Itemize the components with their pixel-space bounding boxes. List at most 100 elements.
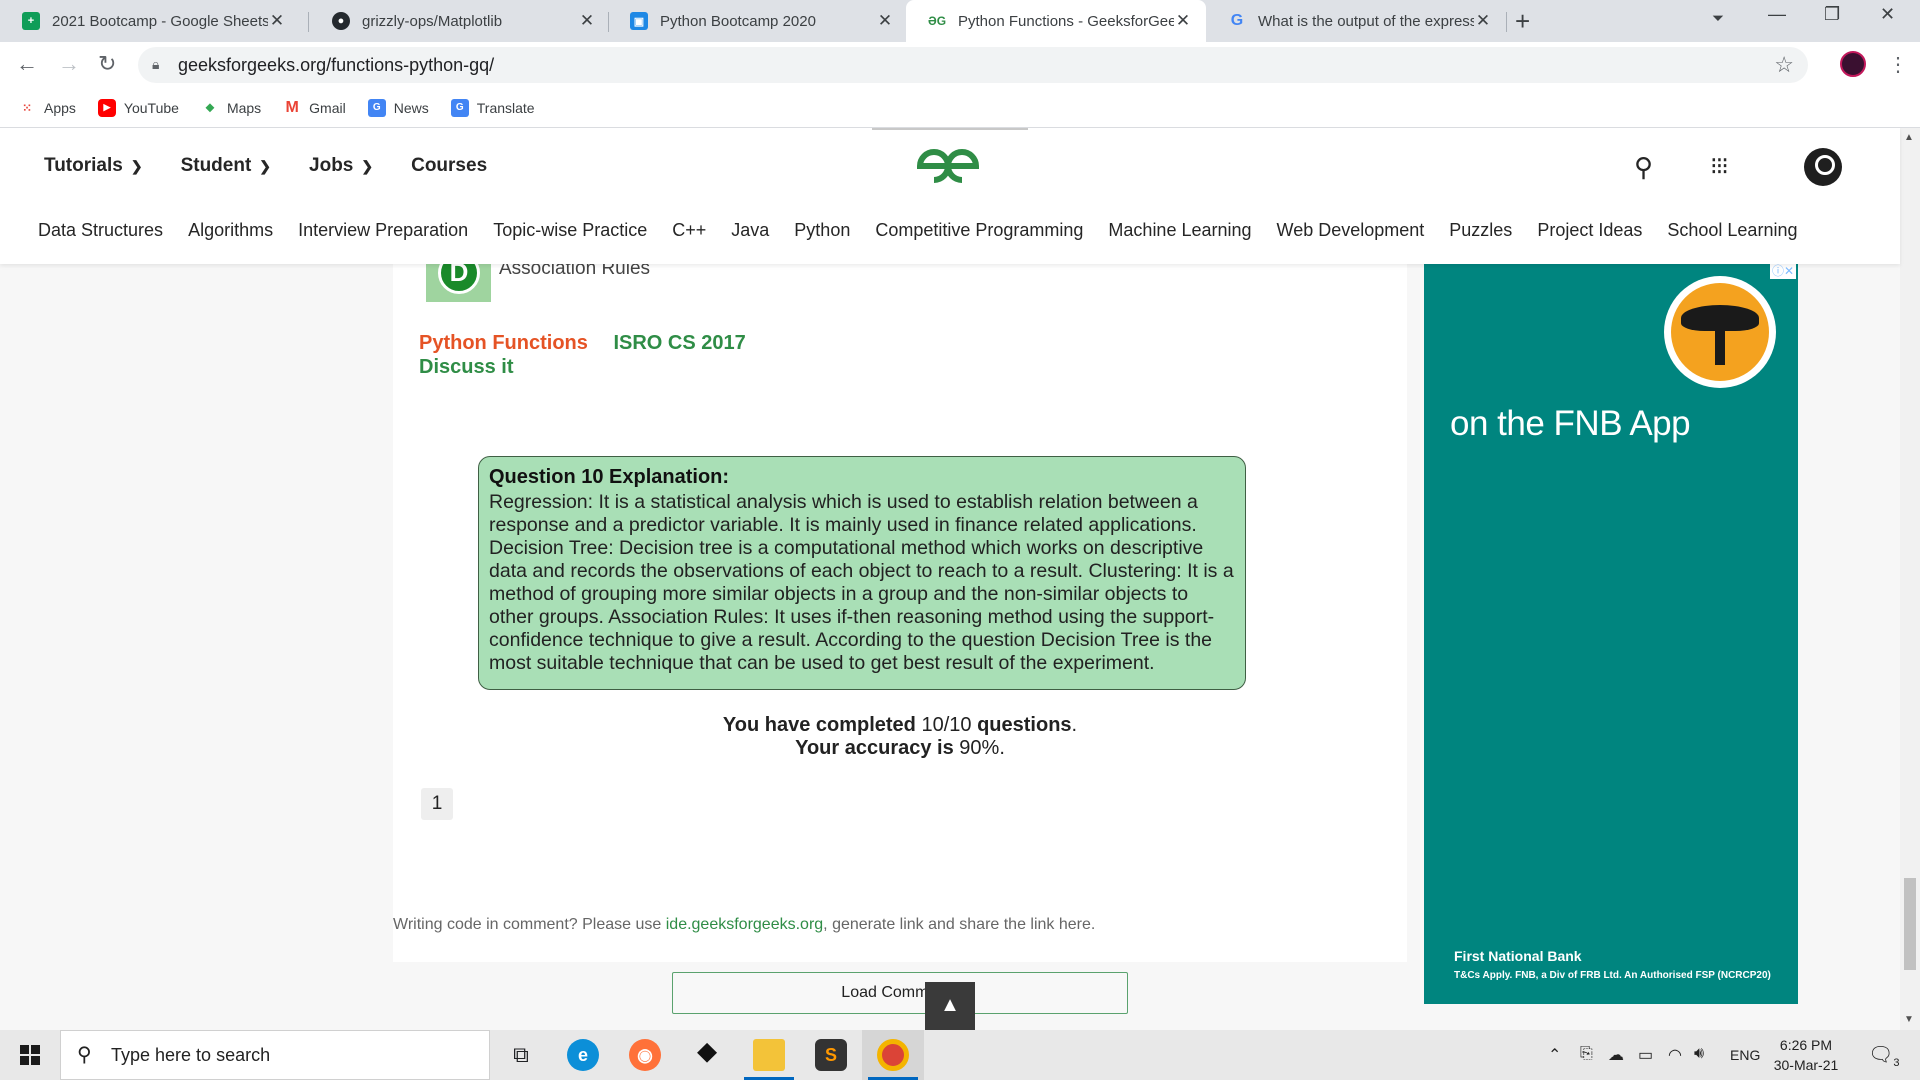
nav-tutorials[interactable]: Tutorials ❯ <box>44 155 143 177</box>
subnav-algorithms[interactable]: Algorithms <box>188 220 273 241</box>
fnb-advertisement[interactable]: ⓘ✕ on the FNB App First National Bank T&… <box>1424 264 1798 1004</box>
tag-isro-cs-2017[interactable]: ISRO CS 2017 <box>613 332 745 354</box>
subnav-java[interactable]: Java <box>731 220 769 241</box>
nav-label: Student <box>180 155 252 176</box>
tab-github[interactable]: ● grizzly-ops/Matplotlib ✕ <box>310 0 610 42</box>
minimize-icon[interactable]: — <box>1768 4 1786 25</box>
tray-chevron-up-icon[interactable]: ⌃ <box>1548 1045 1561 1065</box>
page-scrollbar[interactable]: ▲ ▼ <box>1900 128 1920 1030</box>
back-arrow-icon[interactable]: ← <box>16 51 38 77</box>
apps-grid-icon[interactable]: ⁝⁝⁝ <box>1710 152 1729 181</box>
nav-label: Jobs <box>309 155 354 176</box>
bookmark-gmail[interactable]: M Gmail <box>283 99 346 117</box>
nav-jobs[interactable]: Jobs ❯ <box>309 155 373 177</box>
subnav-puzzles[interactable]: Puzzles <box>1449 220 1512 241</box>
subnav-web-development[interactable]: Web Development <box>1277 220 1425 241</box>
scroll-up-arrow-icon[interactable]: ▲ <box>1904 132 1914 143</box>
load-comments-button[interactable]: Load Comments <box>672 972 1128 1014</box>
chrome-app[interactable] <box>862 1030 924 1080</box>
page-number-button[interactable]: 1 <box>421 788 453 820</box>
subnav-cpp[interactable]: C++ <box>672 220 706 241</box>
windows-start-icon[interactable] <box>20 1045 40 1065</box>
gfg-icon: ƏG <box>927 14 947 28</box>
subnav-project-ideas[interactable]: Project Ideas <box>1537 220 1642 241</box>
tab-python-bootcamp[interactable]: ▣ Python Bootcamp 2020 ✕ <box>608 0 908 42</box>
bookmark-label: News <box>393 99 429 116</box>
gfg-logo[interactable] <box>912 146 984 186</box>
adchoices-icon[interactable]: ⓘ✕ <box>1769 264 1796 279</box>
volume-icon[interactable]: 🔊︎ <box>1694 1045 1704 1063</box>
completion-suffix: questions <box>977 714 1072 736</box>
forward-arrow-icon[interactable]: → <box>58 51 80 77</box>
tab-google-search[interactable]: G What is the output of the expression ✕ <box>1206 0 1506 42</box>
subnav-competitive-programming[interactable]: Competitive Programming <box>875 220 1083 241</box>
tab-geeksforgeeks[interactable]: ƏG Python Functions - GeeksforGeeks ✕ <box>906 0 1206 42</box>
meet-now-icon[interactable]: ⎘ <box>1580 1045 1593 1063</box>
profile-avatar[interactable] <box>1840 51 1866 77</box>
bookmark-label: Gmail <box>309 99 346 116</box>
browser-menu-icon[interactable]: ⋮ <box>1888 52 1908 77</box>
accuracy-prefix: Your accuracy is <box>795 737 954 759</box>
sublime-text-app[interactable]: S <box>800 1030 862 1080</box>
battery-icon[interactable]: ▭ <box>1638 1045 1653 1065</box>
notifications-icon[interactable]: 🗨︎3 <box>1868 1042 1900 1069</box>
lock-icon[interactable]: 🔒︎ <box>152 56 159 73</box>
bookmark-youtube[interactable]: ▶ YouTube <box>97 98 179 117</box>
bookmark-maps[interactable]: ⬥ Maps <box>201 99 261 117</box>
close-icon[interactable]: ✕ <box>268 11 286 31</box>
bookmark-star-icon[interactable]: ☆ <box>1774 52 1794 78</box>
window-close-icon[interactable]: ✕ <box>1880 4 1895 25</box>
scrollbar-thumb[interactable] <box>1904 878 1916 970</box>
bookmark-label: Maps <box>226 99 262 116</box>
firefox-app[interactable]: ◉ <box>614 1030 676 1080</box>
close-icon[interactable]: ✕ <box>1474 11 1492 31</box>
dropbox-app[interactable]: ⯁ <box>676 1030 738 1080</box>
task-view-button[interactable]: ⧉ <box>490 1030 552 1080</box>
bookmark-label: YouTube <box>123 99 179 116</box>
ad-legal-text: T&Cs Apply. FNB, a Div of FRB Ltd. An Au… <box>1454 970 1771 981</box>
close-icon[interactable]: ✕ <box>578 11 596 31</box>
search-icon[interactable]: ⚲ <box>1634 152 1653 183</box>
new-tab-plus-icon[interactable]: + <box>1515 6 1530 37</box>
subnav-data-structures[interactable]: Data Structures <box>38 220 163 241</box>
bookmark-translate[interactable]: G Translate <box>450 98 535 117</box>
restore-icon[interactable]: ❐ <box>1824 4 1840 25</box>
taskbar-search-box[interactable]: ⚲ Type here to search <box>60 1030 490 1080</box>
bookmark-news[interactable]: G News <box>367 98 429 117</box>
tree-trunk-shape <box>1715 329 1725 365</box>
language-indicator[interactable]: ENG <box>1730 1047 1760 1063</box>
accuracy-line: Your accuracy is 90%. <box>795 737 1005 759</box>
address-bar[interactable]: 🔒︎ geeksforgeeks.org/functions-python-gq… <box>138 47 1808 83</box>
discuss-link[interactable]: Discuss it <box>419 356 513 379</box>
url-text[interactable]: geeksforgeeks.org/functions-python-gq/ <box>178 55 494 76</box>
nav-student[interactable]: Student ❯ <box>181 155 271 177</box>
tab-search-chevron-icon[interactable]: ⏷ <box>1712 10 1724 27</box>
user-account-icon[interactable] <box>1804 148 1842 186</box>
file-explorer-app[interactable] <box>738 1030 800 1080</box>
close-icon[interactable]: ✕ <box>1174 11 1192 31</box>
subnav-interview-preparation[interactable]: Interview Preparation <box>298 220 468 241</box>
edge-app[interactable]: e <box>552 1030 614 1080</box>
completion-value: 10/10 <box>921 714 972 736</box>
close-icon[interactable]: ✕ <box>876 11 894 31</box>
tab-google-sheets[interactable]: + 2021 Bootcamp - Google Sheets ✕ <box>0 0 300 42</box>
tree-crown-shape <box>1681 305 1759 331</box>
ide-link[interactable]: ide.geeksforgeeks.org <box>666 916 823 933</box>
onedrive-cloud-icon[interactable]: ☁ <box>1608 1045 1624 1065</box>
subnav-machine-learning[interactable]: Machine Learning <box>1108 220 1251 241</box>
tag-python-functions[interactable]: Python Functions <box>419 332 588 354</box>
bookmark-apps[interactable]: ⁙ Apps <box>18 99 76 117</box>
scroll-down-arrow-icon[interactable]: ▼ <box>1904 1014 1914 1025</box>
bookmark-label: Apps <box>44 99 76 116</box>
tab-title: Python Bootcamp 2020 <box>660 12 816 30</box>
dropbox-icon: ⯁ <box>696 1039 718 1069</box>
subnav-topic-wise-practice[interactable]: Topic-wise Practice <box>493 220 647 241</box>
chevron-down-icon: ❯ <box>130 157 143 174</box>
subnav-python[interactable]: Python <box>794 220 850 241</box>
clock[interactable]: 6:26 PM 30-Mar-21 <box>1764 1035 1848 1075</box>
subnav-school-learning[interactable]: School Learning <box>1667 220 1797 241</box>
back-to-top-button[interactable]: ▲ <box>925 982 975 1030</box>
wifi-icon[interactable]: ◠ <box>1668 1045 1682 1065</box>
nav-courses[interactable]: Courses <box>411 155 487 177</box>
reload-icon[interactable]: ↻ <box>98 51 116 77</box>
